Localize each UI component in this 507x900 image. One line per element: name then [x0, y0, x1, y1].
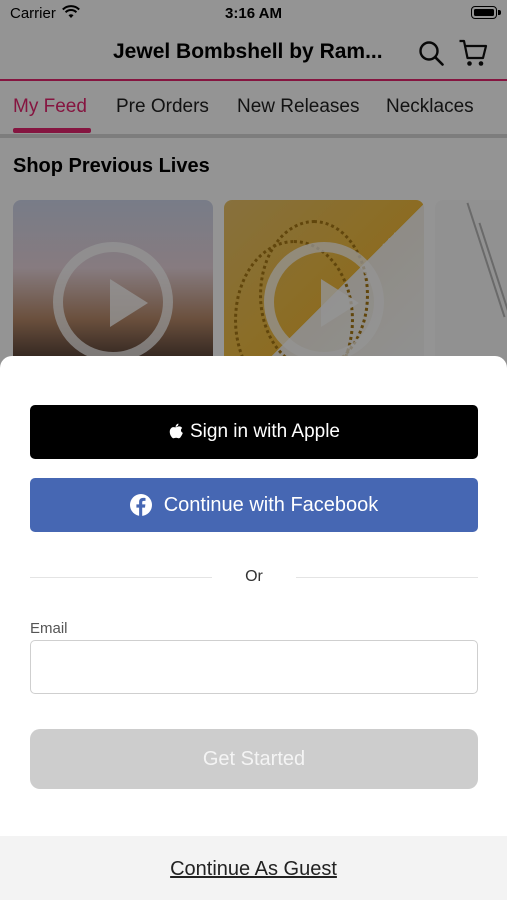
- or-divider-text: Or: [245, 568, 263, 585]
- facebook-icon: [129, 494, 152, 516]
- guest-bar: Continue As Guest: [0, 836, 507, 900]
- continue-as-guest-link[interactable]: Continue As Guest: [0, 858, 507, 881]
- email-label: Email: [30, 620, 68, 637]
- continue-facebook-button[interactable]: Continue with Facebook: [30, 478, 478, 532]
- continue-facebook-label: Continue with Facebook: [163, 493, 379, 516]
- divider-left: [30, 577, 212, 578]
- sign-in-apple-label: Sign in with Apple: [190, 421, 340, 442]
- email-field[interactable]: [30, 640, 478, 694]
- sign-in-apple-button[interactable]: Sign in with Apple: [30, 405, 478, 459]
- login-sheet: Sign in with Apple Continue with Faceboo…: [0, 356, 507, 900]
- apple-icon: [169, 423, 183, 439]
- get-started-button[interactable]: Get Started: [30, 729, 478, 789]
- divider-right: [296, 577, 478, 578]
